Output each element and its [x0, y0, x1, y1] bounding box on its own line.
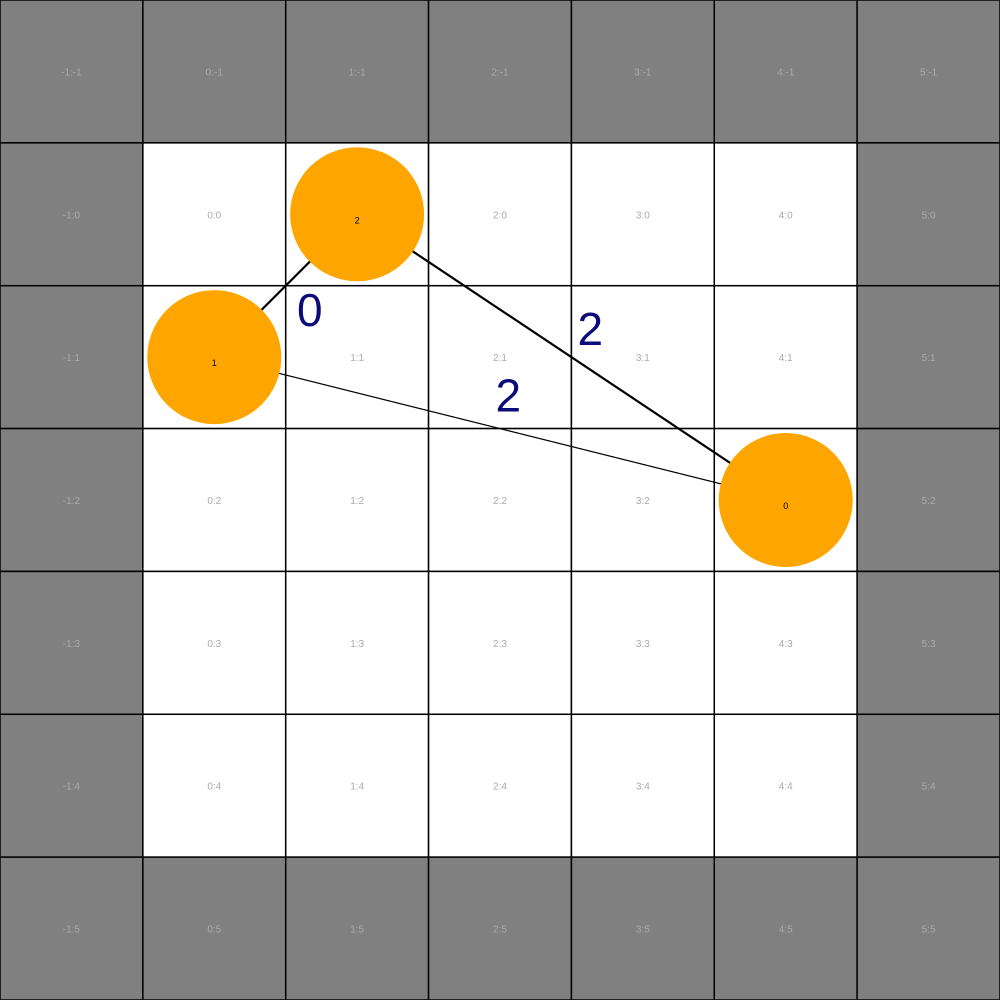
cell-coordinate-label: 1:5: [350, 925, 364, 936]
cell-coordinate-label: 2:3: [493, 639, 507, 650]
node-1[interactable]: [147, 290, 282, 425]
cell-coordinate-label: 0:2: [207, 496, 221, 507]
cell-coordinate-label: -1:1: [63, 353, 81, 364]
cell-coordinate-label: -1:3: [63, 639, 81, 650]
cell-coordinate-label: 3:1: [636, 353, 650, 364]
cell-coordinate-label: 0:3: [207, 639, 221, 650]
node-circle[interactable]: [147, 290, 282, 425]
node-0[interactable]: [718, 433, 853, 567]
cell-coordinate-label: 4:0: [779, 210, 793, 221]
cell-coordinate-label: 4:1: [779, 353, 793, 364]
cell-coordinate-label: 4:-1: [777, 67, 795, 78]
cell-coordinate-label: 2:2: [493, 496, 507, 507]
cell-coordinate-label: 5:1: [922, 353, 936, 364]
cell-coordinate-label: 3:5: [636, 925, 650, 936]
cell-coordinate-label: 2:1: [493, 353, 507, 364]
cell-coordinate-label: -1:5: [63, 925, 81, 936]
cell-coordinate-label: 5:3: [922, 639, 936, 650]
cell-coordinate-label: 4:3: [779, 639, 793, 650]
cell-coordinate-label: 1:3: [350, 639, 364, 650]
cell-coordinate-label: 2:4: [493, 782, 507, 793]
edge-weight-label: 2: [577, 303, 603, 355]
node-circle[interactable]: [290, 147, 425, 282]
cell-coordinate-label: 0:4: [207, 782, 221, 793]
cell-coordinate-label: 5:5: [922, 925, 936, 936]
edge-weight-label: 2: [495, 370, 521, 422]
cell-coordinate-label: 1:4: [350, 782, 364, 793]
cell-coordinate-label: 1:1: [350, 353, 364, 364]
node-circle[interactable]: [718, 433, 853, 567]
node-2[interactable]: [290, 147, 425, 282]
cell-coordinate-label: 2:5: [493, 925, 507, 936]
node-label: 2: [355, 215, 360, 225]
cell-coordinate-label: 2:0: [493, 210, 507, 221]
edge-weight-label: 0: [297, 284, 323, 336]
cell-coordinate-label: -1:0: [63, 210, 81, 221]
cell-coordinate-label: -1:-1: [61, 67, 82, 78]
cell-coordinate-label: 3:4: [636, 782, 650, 793]
cell-coordinate-label: 3:3: [636, 639, 650, 650]
cell-coordinate-label: 5:4: [922, 782, 936, 793]
cell-coordinate-label: 5:0: [922, 210, 936, 221]
cell-coordinate-label: 4:5: [779, 925, 793, 936]
cell-coordinate-label: 1:2: [350, 496, 364, 507]
cell-coordinate-label: -1:2: [63, 496, 81, 507]
cell-coordinate-label: -1:4: [63, 782, 81, 793]
cell-coordinate-label: 0:5: [207, 925, 221, 936]
cell-coordinate-label: 2:-1: [491, 67, 509, 78]
cell-coordinate-label: 0:-1: [206, 67, 224, 78]
cell-coordinate-label: 3:-1: [634, 67, 652, 78]
cell-coordinate-label: 3:0: [636, 210, 650, 221]
cell-coordinate-label: 5:2: [922, 496, 936, 507]
game-board: -1:-10:-11:-12:-13:-14:-15:-1-1:00:01:02…: [0, 0, 1000, 1000]
cell-coordinate-label: 4:4: [779, 782, 793, 793]
node-label: 0: [783, 501, 788, 511]
cell-coordinate-label: 0:0: [207, 210, 221, 221]
cell-coordinate-label: 1:-1: [349, 67, 367, 78]
cell-coordinate-label: 5:-1: [920, 67, 938, 78]
node-label: 1: [212, 358, 217, 368]
cell-coordinate-label: 3:2: [636, 496, 650, 507]
